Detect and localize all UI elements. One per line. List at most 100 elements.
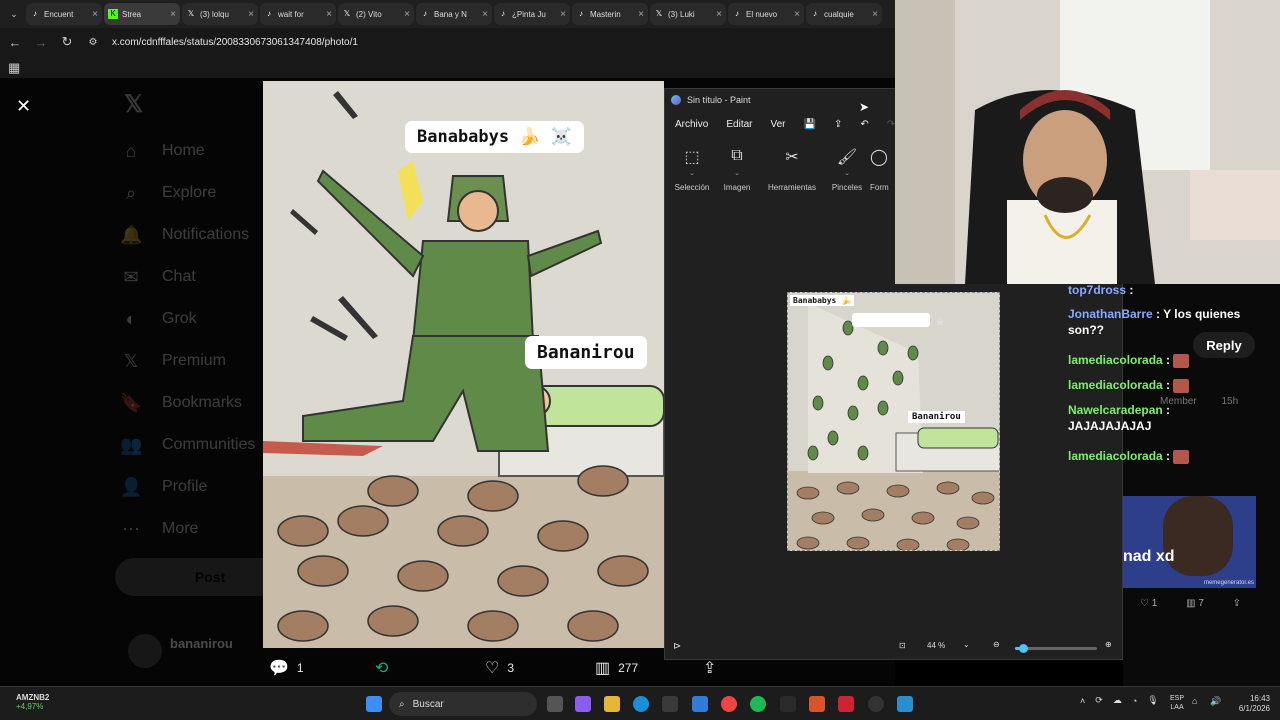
site-info-icon[interactable]: ⚙ [86, 37, 100, 48]
tiktok-icon: ♪ [813, 9, 817, 18]
reply-button[interactable]: 💬 1 [269, 658, 304, 678]
zoom-in-icon[interactable]: ⊕ [1105, 640, 1112, 649]
wifi-icon[interactable]: ◔ [1132, 696, 1137, 706]
edge-icon[interactable] [633, 696, 649, 712]
stock-widget[interactable]: AMZNB2 +4,97% [16, 693, 49, 711]
zoom-slider-knob[interactable] [1019, 644, 1029, 653]
save-icon[interactable]: 💾 [804, 119, 816, 130]
sidebar-item-notifications[interactable]: 🔔 Notifications [120, 214, 270, 256]
sidebar-item-grok[interactable]: ◐ Grok [120, 298, 270, 340]
browser-tab[interactable]: ♪ ¿Pinta Ju × [494, 3, 570, 25]
obs-like-icon[interactable] [809, 696, 825, 712]
sidebar-item-home[interactable]: ⌂ Home [120, 130, 270, 172]
chat-username: top7dross [1068, 283, 1127, 297]
sidebar-item-label: Profile [162, 478, 208, 495]
fit-screen-icon[interactable]: ⊡ [899, 641, 906, 650]
close-tab-icon[interactable]: × [794, 9, 800, 20]
terminal-icon[interactable] [780, 696, 796, 712]
zoom-value[interactable]: 44 % [927, 641, 945, 650]
file-explorer-icon[interactable] [604, 696, 620, 712]
tool-pinceles[interactable]: 🖌 ⌄ Pinceles [820, 147, 874, 192]
like-button[interactable]: ♡ 3 [485, 658, 514, 678]
task-view-icon[interactable] [547, 696, 563, 712]
chevron-down-icon[interactable]: ⌄ [963, 640, 970, 649]
browser-tab[interactable]: K Strea × [104, 3, 180, 25]
spotify-icon[interactable] [750, 696, 766, 712]
chevron-up-icon[interactable]: ˄ [1080, 696, 1085, 706]
language-indicator[interactable]: ESP LAA [1170, 694, 1184, 712]
x-logo-icon[interactable]: 𝕏 [124, 90, 143, 119]
apps-grid-icon[interactable]: ▦ [8, 60, 20, 76]
share-icon[interactable]: ⇪ [1233, 598, 1241, 609]
chrome-icon[interactable] [721, 696, 737, 712]
forward-icon[interactable]: → [34, 35, 48, 50]
taskbar-search[interactable]: ⌕ Buscar [389, 692, 537, 716]
menu-archivo[interactable]: Archivo [675, 119, 708, 130]
close-tab-icon[interactable]: × [92, 9, 98, 20]
close-photo-icon[interactable]: ✕ [16, 96, 31, 117]
views-chart-icon[interactable]: ▥ [1186, 598, 1195, 609]
close-tab-icon[interactable]: × [638, 9, 644, 20]
cloud-icon[interactable]: ☁ [1113, 695, 1122, 706]
browser-tab[interactable]: 𝕏 (3) Luki × [650, 3, 726, 25]
url-field[interactable]: x.com/cdnfffales/status/2008330673061347… [112, 37, 358, 48]
views-button[interactable]: ▥ 277 [595, 658, 638, 678]
clock[interactable]: 16:43 6/1/2026 [1226, 694, 1270, 714]
close-tab-icon[interactable]: × [326, 9, 332, 20]
share-icon[interactable]: ⇪ [834, 119, 842, 130]
browser-tab[interactable]: 𝕏 (2) Vito × [338, 3, 414, 25]
mail-icon[interactable] [692, 696, 708, 712]
skull-icon: ☠ [936, 317, 945, 327]
volume-icon[interactable]: 🔊 [1210, 696, 1221, 707]
sidebar-item-premium[interactable]: 𝕏 Premium [120, 340, 270, 382]
redo-icon[interactable]: ↷ [887, 119, 895, 130]
close-tab-icon[interactable]: × [560, 9, 566, 20]
sidebar-item-bookmarks[interactable]: 🔖 Bookmarks [120, 382, 270, 424]
close-tab-icon[interactable]: × [170, 9, 176, 20]
back-icon[interactable]: ← [8, 35, 22, 50]
app-icon[interactable] [868, 696, 884, 712]
share-button[interactable]: ⇪ [703, 658, 716, 678]
menu-editar[interactable]: Editar [726, 119, 752, 130]
browser-tab[interactable]: ♪ Bana y N × [416, 3, 492, 25]
zoom-out-icon[interactable]: ⊖ [993, 640, 1000, 649]
sidebar-item-explore[interactable]: ⌕ Explore [120, 172, 270, 214]
store-icon[interactable] [662, 696, 678, 712]
close-tab-icon[interactable]: × [404, 9, 410, 20]
paint-canvas[interactable]: Banababys 🍌 ☠ Bananirou [787, 292, 1000, 551]
sidebar-item-communities[interactable]: 👥 Communities [120, 424, 270, 466]
browser-tab[interactable]: ♪ El nuevo × [728, 3, 804, 25]
sidebar-item-chat[interactable]: ✉ Chat [120, 256, 270, 298]
avatar[interactable] [128, 634, 162, 668]
reload-icon[interactable]: ↻ [60, 34, 74, 50]
sync-icon[interactable]: ⟳ [1095, 695, 1103, 706]
tab-list-menu-button[interactable]: ⌄ [4, 4, 24, 24]
sidebar-item-more[interactable]: ⋯ More [120, 508, 270, 550]
browser-tab[interactable]: ♪ cualquie × [806, 3, 882, 25]
tool-herramientas[interactable]: ✂ Herramientas [764, 147, 820, 192]
browser-tab[interactable]: ♪ Masterin × [572, 3, 648, 25]
start-icon[interactable] [366, 696, 382, 712]
browser-tab[interactable]: ♪ Encuent × [26, 3, 102, 25]
browser-tab[interactable]: ♪ wait for × [260, 3, 336, 25]
repost-button[interactable]: ⟲ [375, 658, 396, 678]
heart-icon[interactable]: ♡ [1140, 598, 1149, 609]
media-app-icon[interactable] [838, 696, 854, 712]
zoom-slider[interactable] [1015, 644, 1097, 653]
mic-icon[interactable]: 🎙 [1147, 695, 1158, 706]
copilot-icon[interactable] [575, 696, 591, 712]
tab-label: Masterin [590, 9, 621, 19]
close-tab-icon[interactable]: × [872, 9, 878, 20]
paint-taskbar-icon[interactable] [897, 696, 913, 712]
menu-ver[interactable]: Ver [770, 119, 785, 130]
close-tab-icon[interactable]: × [716, 9, 722, 20]
network-icon[interactable]: ⌂ [1192, 696, 1197, 706]
browser-tab[interactable]: 𝕏 (3) lolqu × [182, 3, 258, 25]
chat-message: lamediacolorada : [1068, 352, 1190, 368]
close-tab-icon[interactable]: × [482, 9, 488, 20]
sidebar-item-profile[interactable]: 👤 Profile [120, 466, 270, 508]
tab-strip: ♪ Encuent × K Strea × 𝕏 (3) lolqu × ♪ wait for × 𝕏 (2… [26, 3, 882, 25]
tool-imagen[interactable]: ⧉ ⌄ Imagen [710, 147, 764, 192]
undo-icon[interactable]: ↶ [860, 119, 868, 130]
close-tab-icon[interactable]: × [248, 9, 254, 20]
